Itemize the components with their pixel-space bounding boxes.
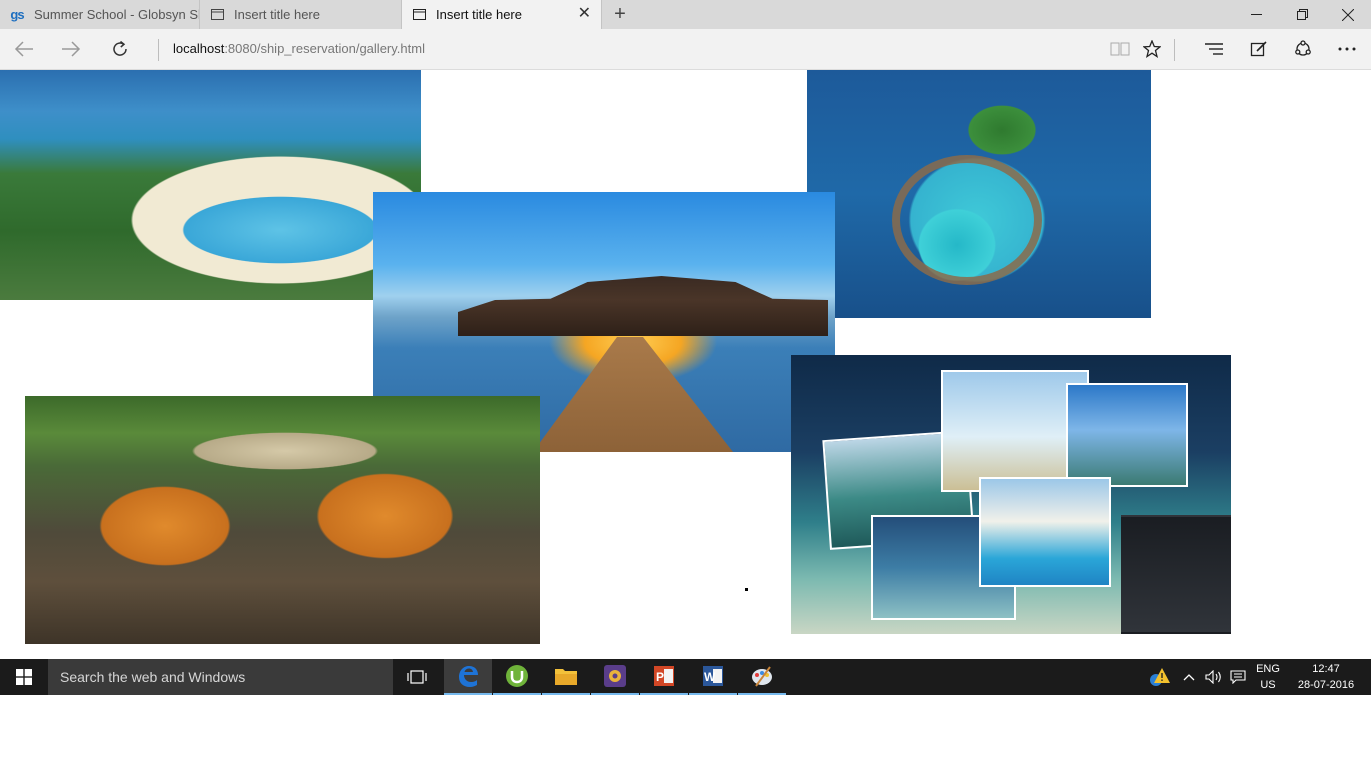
taskbar: Search the web and Windows P W ENG US 12… [0, 659, 1371, 695]
collage-tile [1121, 515, 1231, 634]
forward-button[interactable] [57, 35, 85, 63]
clock-time: 12:47 [1312, 663, 1340, 675]
show-hidden-icons-button[interactable] [1178, 659, 1200, 695]
tab-insert-title-1[interactable]: Insert title here [200, 0, 402, 29]
collage-tile [1066, 383, 1188, 487]
minimize-button[interactable] [1233, 0, 1279, 29]
close-window-button[interactable] [1325, 0, 1371, 29]
warning-icon [1150, 668, 1170, 686]
taskbar-powerpoint[interactable]: P [640, 659, 688, 695]
hub-icon [1205, 43, 1223, 55]
language-code: ENG [1256, 663, 1280, 675]
taskbar-media-app[interactable] [591, 659, 639, 695]
tab-insert-title-2[interactable]: Insert title here ✕ [402, 0, 602, 29]
volume-button[interactable] [1202, 659, 1226, 695]
start-button[interactable] [0, 659, 48, 695]
restore-icon [1296, 9, 1308, 20]
action-center-button[interactable] [1227, 659, 1249, 695]
pier-ring-shape [892, 155, 1042, 285]
more-dots-icon [1338, 47, 1356, 51]
task-view-button[interactable] [393, 659, 441, 695]
share-button[interactable] [1289, 35, 1317, 63]
tab-title: Summer School - Globsyn Sl [34, 7, 200, 22]
volume-icon [1205, 670, 1221, 684]
svg-text:P: P [656, 670, 664, 684]
reading-view-button[interactable] [1106, 35, 1134, 63]
favorites-button[interactable] [1138, 35, 1166, 63]
tigers-image [25, 396, 540, 644]
reading-view-icon [1110, 42, 1130, 56]
close-tab-icon[interactable]: ✕ [578, 6, 591, 22]
pier-walkway [533, 337, 733, 452]
word-icon: W [703, 666, 723, 686]
refresh-icon [113, 40, 127, 56]
forward-arrow-icon [62, 41, 81, 57]
taskbar-file-explorer[interactable] [542, 659, 590, 695]
address-separator [158, 39, 159, 61]
tab-summer-school[interactable]: gs Summer School - Globsyn Sl [0, 0, 200, 29]
collage-tile [979, 477, 1111, 587]
page-icon [412, 9, 426, 21]
web-note-icon [1250, 41, 1267, 57]
address-field[interactable]: localhost:8080/ship_reservation/gallery.… [173, 41, 425, 56]
warning-tray-button[interactable] [1146, 659, 1172, 695]
windows-logo-icon [16, 669, 32, 685]
edge-icon [459, 666, 478, 687]
island-lagoon-image [807, 70, 1151, 318]
minimize-icon [1250, 14, 1262, 15]
close-icon [1342, 8, 1354, 21]
url-host: localhost [173, 41, 225, 56]
tab-bar: gs Summer School - Globsyn Sl Insert tit… [0, 0, 1371, 29]
task-view-icon [407, 670, 427, 684]
taskbar-paint[interactable] [738, 659, 786, 695]
region-code: US [1260, 679, 1276, 691]
powerpoint-icon: P [654, 666, 674, 686]
paint-icon [752, 666, 772, 687]
chevron-up-icon [1183, 674, 1195, 681]
taskbar-search-box[interactable]: Search the web and Windows [48, 659, 393, 695]
more-button[interactable] [1333, 35, 1361, 63]
search-placeholder: Search the web and Windows [60, 669, 246, 685]
clock-date: 28-07-2016 [1297, 679, 1355, 691]
new-tab-button[interactable]: + [609, 3, 631, 25]
hub-button[interactable] [1200, 35, 1228, 63]
taskbar-clock[interactable]: 12:47 28-07-2016 [1290, 661, 1362, 693]
stray-dot [745, 588, 748, 591]
tab-title: Insert title here [234, 7, 320, 22]
taskbar-utorrent[interactable] [493, 659, 541, 695]
toolbar-separator [1174, 39, 1175, 61]
globsyn-logo-icon: gs [10, 7, 24, 22]
navigation-bar: localhost:8080/ship_reservation/gallery.… [0, 29, 1371, 70]
utorrent-icon [506, 665, 528, 687]
page-icon [210, 9, 224, 21]
taskbar-word[interactable]: W [689, 659, 737, 695]
taskbar-edge[interactable] [444, 659, 492, 695]
back-arrow-icon [14, 41, 33, 57]
svg-text:W: W [704, 670, 716, 684]
media-app-icon [604, 665, 626, 687]
share-icon [1295, 40, 1311, 56]
input-language-indicator[interactable]: ENG US [1251, 661, 1285, 693]
star-icon [1143, 40, 1161, 58]
back-button[interactable] [10, 35, 38, 63]
web-note-button[interactable] [1245, 35, 1273, 63]
villa-silhouette [458, 276, 828, 336]
file-explorer-icon [555, 669, 577, 685]
refresh-button[interactable] [106, 35, 134, 63]
tropical-resort-image [0, 70, 421, 300]
notification-icon [1230, 670, 1246, 684]
tab-title: Insert title here [436, 7, 522, 22]
beach-collage-image [791, 355, 1231, 634]
restore-button[interactable] [1279, 0, 1325, 29]
url-path: :8080/ship_reservation/gallery.html [224, 41, 425, 56]
